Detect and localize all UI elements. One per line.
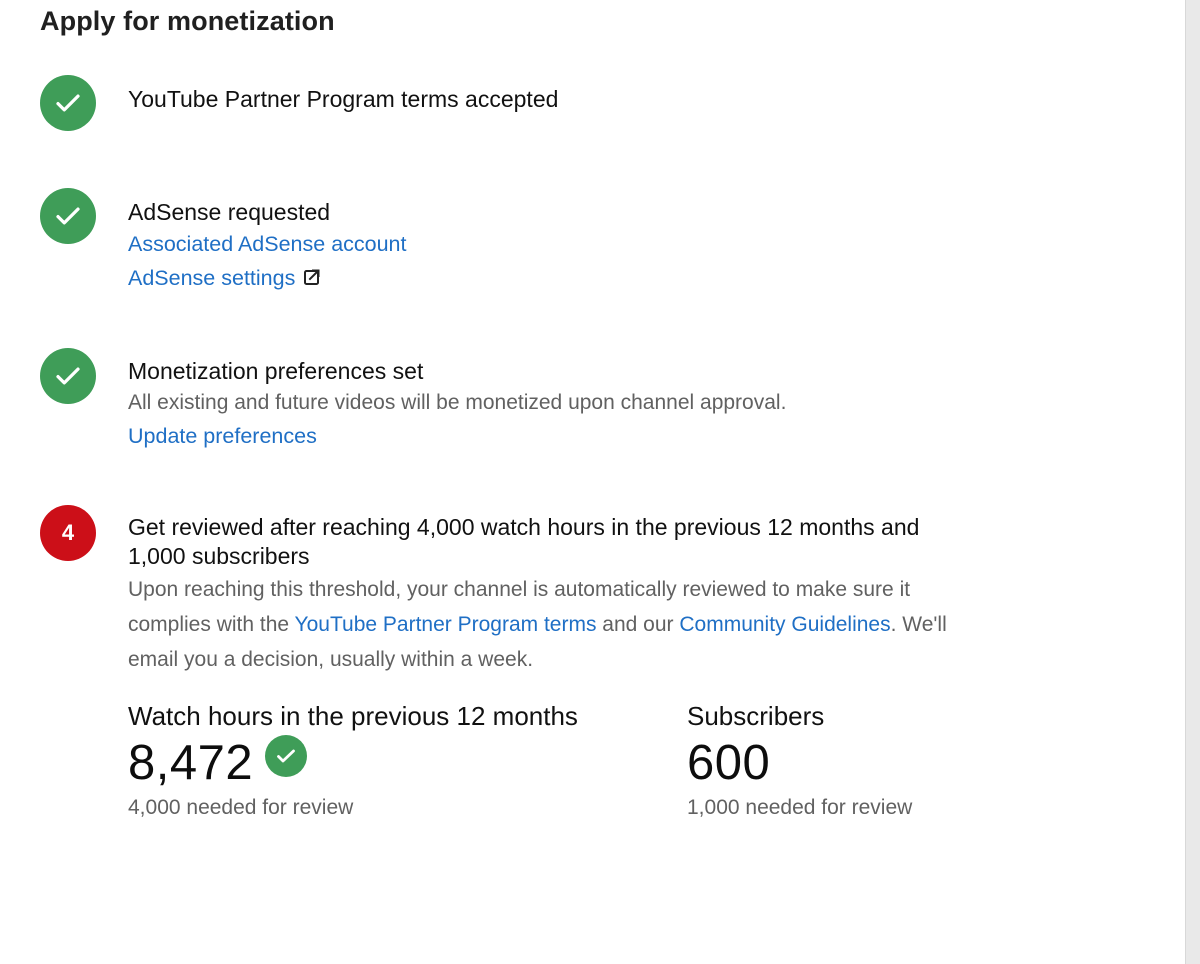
eligibility-metrics: Watch hours in the previous 12 months 8,… — [128, 700, 1028, 830]
step-title: Get reviewed after reaching 4,000 watch … — [128, 514, 920, 569]
community-guidelines-link[interactable]: Community Guidelines — [679, 613, 890, 636]
external-link-icon[interactable] — [303, 268, 321, 291]
associated-adsense-account-link[interactable]: Associated AdSense account — [128, 232, 407, 256]
metric-note: 4,000 needed for review — [128, 796, 354, 819]
step-description: Upon reaching this threshold, your chann… — [128, 572, 968, 677]
scrollbar[interactable] — [1185, 0, 1200, 964]
step-title: Monetization preferences set — [128, 358, 424, 384]
subscribers-metric: Subscribers 600 1,000 needed for review — [687, 700, 912, 822]
checkmark-icon — [265, 735, 308, 777]
subscribers-value: 600 — [687, 736, 771, 790]
metric-label: Watch hours in the previous 12 months — [128, 701, 578, 731]
update-preferences-link[interactable]: Update preferences — [128, 424, 317, 448]
checkmark-icon — [40, 188, 96, 244]
step-number: 4 — [61, 520, 75, 545]
metric-label: Subscribers — [687, 701, 825, 731]
checkmark-icon — [40, 348, 96, 404]
partner-program-terms-link[interactable]: YouTube Partner Program terms — [295, 613, 597, 636]
page-title: Apply for monetization — [40, 6, 335, 36]
checkmark-icon — [40, 75, 96, 131]
metric-note: 1,000 needed for review — [687, 796, 913, 819]
monetization-page: Apply for monetization YouTube Partner P… — [0, 0, 1200, 964]
watch-hours-metric: Watch hours in the previous 12 months 8,… — [128, 700, 578, 822]
watch-hours-value: 8,472 — [128, 736, 254, 790]
step-title: AdSense requested — [128, 199, 331, 225]
step-title: YouTube Partner Program terms accepted — [128, 86, 559, 112]
step-description: All existing and future videos will be m… — [128, 391, 787, 414]
adsense-settings-link[interactable]: AdSense settings — [128, 266, 295, 290]
description-text: and our — [596, 613, 680, 636]
step-number-badge: 4 — [40, 505, 96, 561]
